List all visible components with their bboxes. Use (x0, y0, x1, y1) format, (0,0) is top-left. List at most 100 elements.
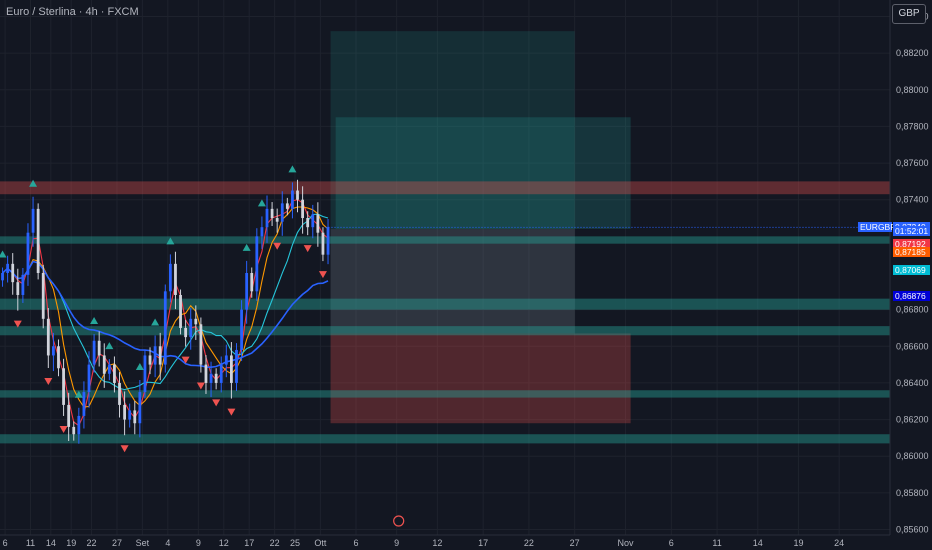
sr-zone-teal (0, 434, 890, 444)
x-tick-label: 9 (394, 538, 399, 548)
sr-zone-teal (0, 390, 890, 398)
symbol-tag: EURGBP (858, 222, 896, 233)
x-tick-label: 22 (270, 538, 280, 548)
candle-body (62, 368, 65, 405)
candle-body (92, 340, 96, 365)
candle-body (57, 346, 60, 369)
candle-body (301, 199, 304, 219)
buy-signal-arrow (151, 318, 160, 326)
candle-body (67, 404, 71, 427)
candle-body (209, 373, 213, 383)
candle-body (240, 309, 243, 350)
candle-body (102, 355, 106, 374)
candle-body (87, 364, 91, 393)
x-tick-label: 19 (66, 538, 76, 548)
candle-body (72, 426, 76, 435)
symbol-title: Euro / Sterlina · 4h · FXCM (6, 6, 139, 18)
x-tick-label: 6 (669, 538, 674, 548)
y-tick-label: 0,86200 (896, 415, 929, 425)
candle-body (118, 382, 121, 405)
price-chart[interactable]: 0,884000,882000,880000,878000,876000,874… (0, 0, 932, 550)
candle-body (235, 349, 238, 383)
candle-body (107, 364, 111, 374)
x-tick-label: 27 (570, 538, 580, 548)
x-tick-label: 11 (712, 538, 721, 548)
candle-body (326, 227, 330, 255)
candle-body (250, 272, 254, 292)
candle-body (21, 274, 25, 295)
y-tick-label: 0,86000 (896, 451, 929, 461)
y-tick-label: 0,86600 (896, 341, 929, 351)
candle-body (255, 236, 259, 292)
candle-body (291, 190, 294, 209)
candle-body (36, 208, 40, 273)
candle-body (214, 373, 218, 383)
sr-zone-red (0, 181, 890, 195)
candle-body (6, 263, 10, 273)
x-tick-label: 17 (244, 538, 254, 548)
x-tick-label: 6 (3, 538, 8, 548)
sell-signal-arrow (303, 245, 312, 253)
sr-zone-teal (0, 298, 890, 310)
candle-body (260, 227, 264, 237)
candle-body (316, 214, 320, 233)
candle-body (163, 291, 167, 365)
sell-signal-arrow (181, 356, 190, 364)
candle-body (194, 318, 198, 325)
candle-body (128, 410, 132, 420)
y-tick-label: 0,85600 (896, 525, 929, 535)
candle-body (41, 272, 45, 319)
x-tick-label: 17 (478, 538, 488, 548)
y-tick-label: 0,87400 (896, 195, 929, 205)
candle-body (143, 355, 147, 393)
sr-zone-teal (0, 236, 890, 244)
sell-signal-arrow (120, 445, 129, 453)
candle-body (174, 263, 177, 295)
x-tick-label: Set (136, 538, 150, 548)
x-tick-label: 27 (112, 538, 122, 548)
candle-body (224, 355, 228, 365)
candle-body (1, 272, 4, 281)
x-tick-label: 12 (219, 538, 229, 548)
sell-signal-arrow (59, 425, 68, 433)
candle-body (113, 364, 116, 383)
candle-body (158, 346, 162, 365)
trade-zone-stop (330, 333, 631, 424)
x-tick-label: 14 (753, 538, 763, 548)
sr-zone-teal (0, 326, 890, 336)
candle-body (311, 214, 315, 228)
candle-body (184, 327, 188, 338)
candle-body (148, 355, 152, 365)
ma-cyan-label: 0,87069 (893, 265, 930, 276)
entry-band (330, 229, 575, 334)
buy-signal-arrow (257, 199, 266, 207)
candle-body (275, 218, 279, 222)
currency-button[interactable]: GBP (892, 4, 926, 24)
y-tick-label: 0,87600 (896, 158, 929, 168)
trade-zone-long-target-2 (335, 117, 631, 230)
x-tick-label: 22 (524, 538, 534, 548)
x-tick-label: 19 (793, 538, 803, 548)
candle-body (321, 232, 325, 255)
x-tick-label: 24 (834, 538, 844, 548)
x-tick-label: 9 (196, 538, 201, 548)
candle-body (52, 346, 55, 356)
candle-body (153, 346, 157, 365)
candle-body (306, 218, 310, 228)
countdown-label: 01:52:01 (893, 226, 930, 237)
candle-body (16, 282, 20, 295)
candle-body (123, 404, 126, 420)
x-tick-label: 6 (353, 538, 358, 548)
y-tick-label: 0,87800 (896, 121, 929, 131)
candle-body (189, 318, 193, 338)
candle-body (26, 232, 30, 275)
x-tick-label: Nov (618, 538, 635, 548)
ma-blue-label: 0,86876 (893, 290, 930, 301)
candle-body (77, 415, 81, 435)
candle-body (204, 364, 208, 383)
sell-signal-arrow (227, 408, 236, 416)
candle-body (199, 324, 203, 365)
x-tick-label: 12 (432, 538, 442, 548)
zones (0, 31, 890, 444)
x-tick-label: 11 (26, 538, 35, 548)
